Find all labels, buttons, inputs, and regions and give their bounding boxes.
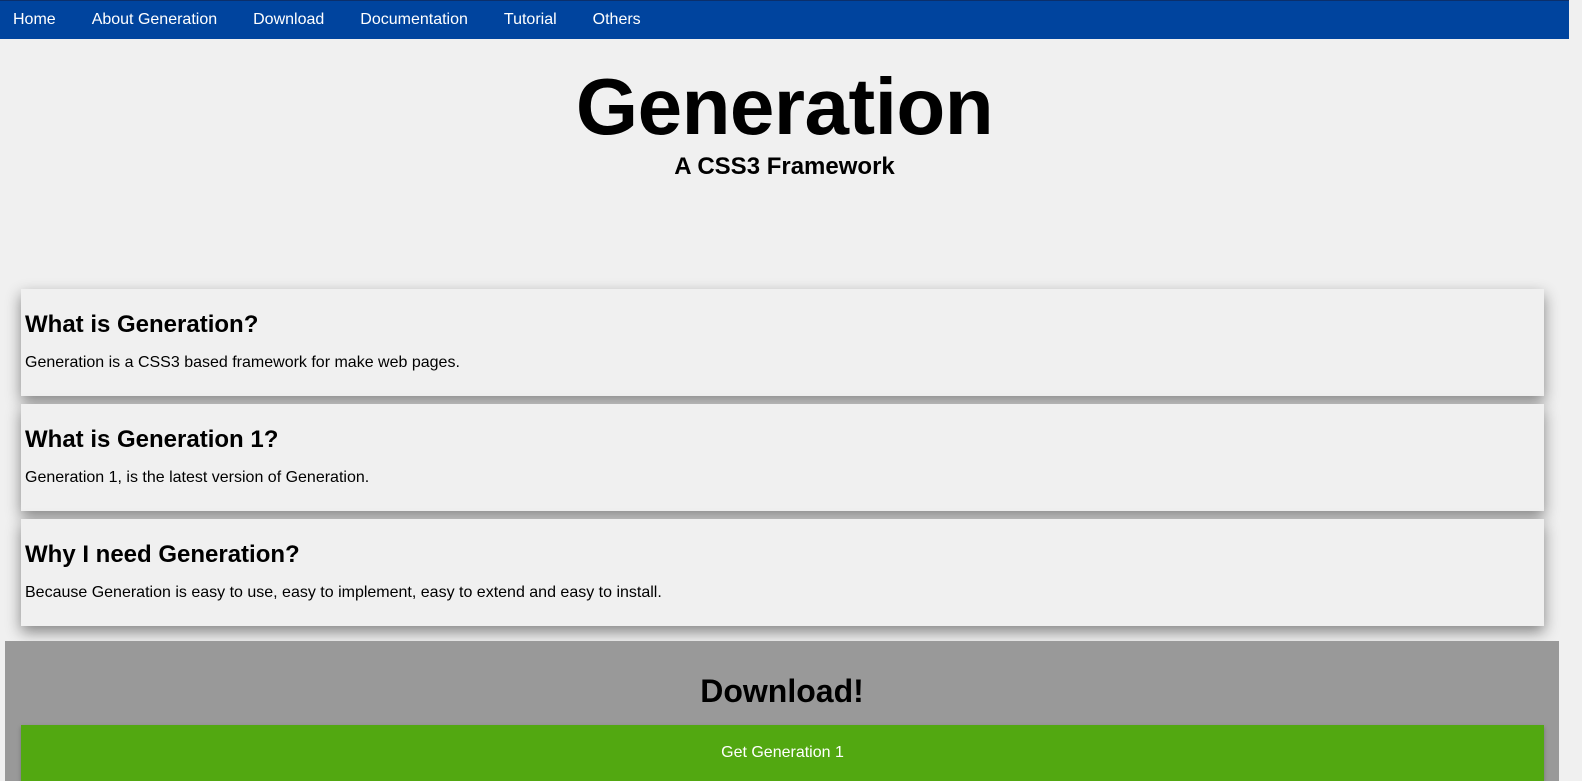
card-title: What is Generation? (25, 311, 259, 338)
hero-title: Generation (575, 62, 994, 151)
top-navbar: Home About Generation Download Documenta… (0, 0, 1569, 39)
nav-item-download[interactable]: Download (235, 3, 342, 37)
info-card: What is Generation? Generation is a CSS3… (21, 289, 1544, 396)
page: Home About Generation Download Documenta… (0, 0, 1582, 781)
hero-subtitle: A CSS3 Framework (674, 153, 895, 180)
nav-item-home[interactable]: Home (0, 3, 74, 37)
info-card: What is Generation 1? Generation 1, is t… (21, 404, 1544, 511)
download-section: Download! Get Generation 1 (5, 641, 1559, 781)
info-cards: What is Generation? Generation is a CSS3… (21, 289, 1544, 634)
nav-item-about-generation[interactable]: About Generation (74, 3, 235, 37)
page-scrollbar[interactable] (1569, 0, 1582, 781)
card-title: Why I need Generation? (25, 541, 300, 568)
card-text: Generation 1, is the latest version of G… (25, 469, 370, 486)
card-text: Generation is a CSS3 based framework for… (25, 354, 460, 371)
card-text: Because Generation is easy to use, easy … (25, 584, 662, 601)
nav-item-documentation[interactable]: Documentation (342, 3, 486, 37)
download-title: Download! (700, 673, 864, 709)
nav-item-tutorial[interactable]: Tutorial (486, 3, 575, 37)
hero-section: Generation A CSS3 Framework (0, 39, 1569, 239)
nav-item-others[interactable]: Others (575, 3, 659, 37)
info-card: Why I need Generation? Because Generatio… (21, 519, 1544, 626)
card-title: What is Generation 1? (25, 426, 279, 453)
get-generation-button[interactable]: Get Generation 1 (21, 725, 1544, 781)
